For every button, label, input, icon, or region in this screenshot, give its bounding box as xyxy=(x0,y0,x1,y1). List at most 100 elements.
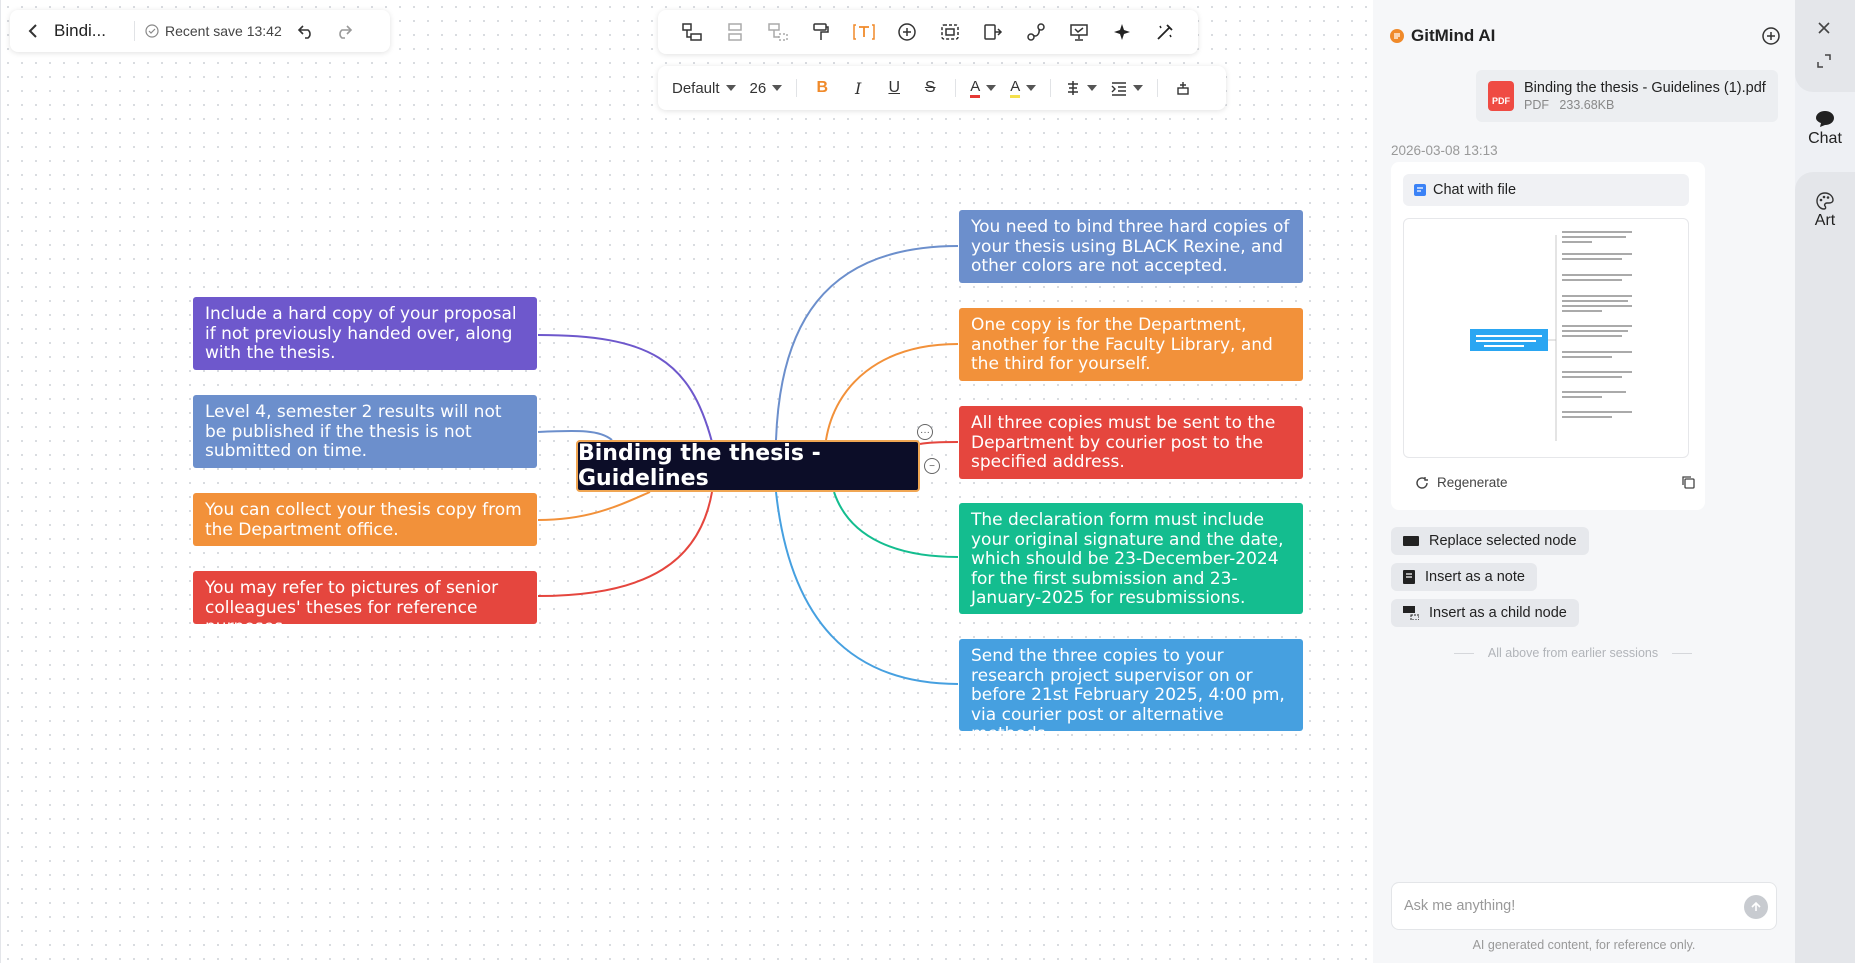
left-node-4[interactable]: You may refer to pictures of senior coll… xyxy=(193,571,537,637)
right-node-1[interactable]: You need to bind three hard copies of yo… xyxy=(959,210,1303,283)
pdf-file-icon: PDF xyxy=(1488,81,1514,111)
left-node-3[interactable]: You can collect your thesis copy from th… xyxy=(193,493,537,546)
presentation-icon[interactable] xyxy=(1064,17,1094,47)
regenerate-button[interactable]: Regenerate xyxy=(1415,475,1508,490)
parent-node-icon[interactable] xyxy=(763,17,793,47)
mindmap-preview-thumbnail[interactable] xyxy=(1403,218,1689,458)
add-icon[interactable] xyxy=(892,17,922,47)
insert-as-child-node-button[interactable]: Insert as a child node xyxy=(1391,599,1579,627)
child-node-icon xyxy=(1403,606,1419,620)
divider xyxy=(134,21,135,41)
attached-file-card[interactable]: PDF Binding the thesis - Guidelines (1).… xyxy=(1476,70,1778,122)
right-node-2[interactable]: One copy is for the Department, another … xyxy=(959,308,1303,381)
divider xyxy=(955,79,957,97)
action-label: Insert as a note xyxy=(1425,569,1525,585)
chevron-down-icon xyxy=(1087,85,1098,91)
align-select[interactable] xyxy=(1065,80,1098,96)
font-size-value: 26 xyxy=(749,79,767,97)
highlight-color-select[interactable]: A xyxy=(1010,78,1037,98)
right-node-4[interactable]: The declaration form must include your o… xyxy=(959,503,1303,614)
right-node-3[interactable]: All three copies must be sent to the Dep… xyxy=(959,406,1303,479)
left-node-1[interactable]: Include a hard copy of your proposal if … xyxy=(193,297,537,370)
font-style-select[interactable]: Default xyxy=(672,80,736,97)
connector-right-5 xyxy=(775,491,959,685)
document-header: Bindi... Recent save 13:42 xyxy=(10,10,390,52)
collapse-icon[interactable]: − xyxy=(924,458,940,474)
undo-icon[interactable] xyxy=(292,17,320,45)
connector-right-2 xyxy=(825,343,959,441)
main-toolbar xyxy=(658,10,1198,54)
document-title[interactable]: Bindi... xyxy=(54,21,124,41)
indent-icon xyxy=(1111,82,1127,96)
chevron-down-icon xyxy=(986,85,997,91)
ai-disclaimer: AI generated content, for reference only… xyxy=(1472,938,1696,952)
action-label: Insert as a child node xyxy=(1429,605,1567,621)
rail-tab-art[interactable]: Art xyxy=(1795,192,1855,230)
connector-left-3 xyxy=(537,491,651,521)
redo-icon[interactable] xyxy=(330,17,358,45)
new-chat-icon[interactable] xyxy=(1761,26,1781,51)
node-label: All three copies must be sent to the Dep… xyxy=(971,413,1276,472)
insert-as-note-button[interactable]: Insert as a note xyxy=(1391,563,1537,591)
right-rail: Chat Art xyxy=(1795,0,1855,963)
replace-selected-node-button[interactable]: Replace selected node xyxy=(1391,527,1589,555)
node-label: One copy is for the Department, another … xyxy=(971,315,1273,374)
chevron-down-icon xyxy=(772,85,783,91)
font-size-select[interactable]: 26 xyxy=(750,80,783,97)
connector-left-4 xyxy=(537,491,713,597)
connector-left-1 xyxy=(537,334,713,443)
root-node[interactable]: Binding the thesis - Guidelines xyxy=(576,440,920,492)
more-options-icon[interactable]: ··· xyxy=(917,424,933,440)
palette-icon xyxy=(1816,192,1834,210)
bold-button[interactable]: B xyxy=(811,76,833,100)
connector-left-2 xyxy=(537,429,613,441)
right-node-5[interactable]: Send the three copies to your research p… xyxy=(959,639,1303,744)
close-icon[interactable] xyxy=(1816,20,1832,41)
ai-sparkle-icon[interactable] xyxy=(1107,17,1137,47)
expand-icon[interactable] xyxy=(1816,53,1832,74)
save-status: Recent save 13:42 xyxy=(145,23,282,39)
ask-input[interactable]: Ask me anything! xyxy=(1391,882,1777,930)
font-color-icon: A xyxy=(970,78,981,98)
mindmap-preview-graphic xyxy=(1470,231,1632,441)
chevron-down-icon xyxy=(725,85,736,91)
italic-button[interactable]: I xyxy=(847,76,869,100)
indent-select[interactable] xyxy=(1111,80,1144,96)
send-icon[interactable] xyxy=(1744,895,1768,919)
boundary-icon[interactable] xyxy=(978,17,1008,47)
rail-top-controls xyxy=(1795,0,1855,92)
underline-button[interactable]: U xyxy=(883,76,905,100)
format-painter-icon[interactable] xyxy=(806,17,836,47)
relation-icon[interactable] xyxy=(1021,17,1051,47)
font-color-select[interactable]: A xyxy=(970,78,997,98)
magic-wand-icon[interactable] xyxy=(1150,17,1180,47)
divider xyxy=(1453,652,1474,654)
text-icon[interactable] xyxy=(849,17,879,47)
file-size: 233.68KB xyxy=(1559,98,1615,112)
ai-panel: GitMind AI PDF Binding the thesis - Guid… xyxy=(1373,0,1795,963)
file-type: PDF xyxy=(1524,98,1549,112)
back-icon[interactable] xyxy=(22,20,44,42)
left-node-2[interactable]: Level 4, semester 2 results will not be … xyxy=(193,395,537,468)
rail-tab-chat[interactable]: Chat xyxy=(1795,110,1855,148)
replace-node-icon xyxy=(1403,536,1419,546)
action-label: Replace selected node xyxy=(1429,533,1577,549)
chevron-down-icon xyxy=(1133,85,1144,91)
note-icon xyxy=(1403,570,1415,584)
summary-icon[interactable] xyxy=(935,17,965,47)
clear-format-icon[interactable] xyxy=(1172,76,1194,100)
sibling-node-icon[interactable] xyxy=(677,17,707,47)
copy-icon[interactable] xyxy=(1681,475,1695,494)
root-node-label: Binding the thesis - Guidelines xyxy=(578,441,821,491)
child-node-icon[interactable] xyxy=(720,17,750,47)
rail-tab-chat-label: Chat xyxy=(1808,130,1842,147)
file-name: Binding the thesis - Guidelines (1).pdf xyxy=(1524,80,1766,96)
node-label: You can collect your thesis copy from th… xyxy=(205,500,522,540)
node-label: Level 4, semester 2 results will not be … xyxy=(205,402,502,461)
connector-right-3 xyxy=(919,441,959,445)
node-label: You need to bind three hard copies of yo… xyxy=(971,217,1290,276)
node-label: Send the three copies to your research p… xyxy=(971,646,1285,744)
highlight-icon: A xyxy=(1010,78,1021,98)
earlier-sessions-label: All above from earlier sessions xyxy=(1487,646,1659,660)
strikethrough-button[interactable]: S xyxy=(919,76,941,100)
